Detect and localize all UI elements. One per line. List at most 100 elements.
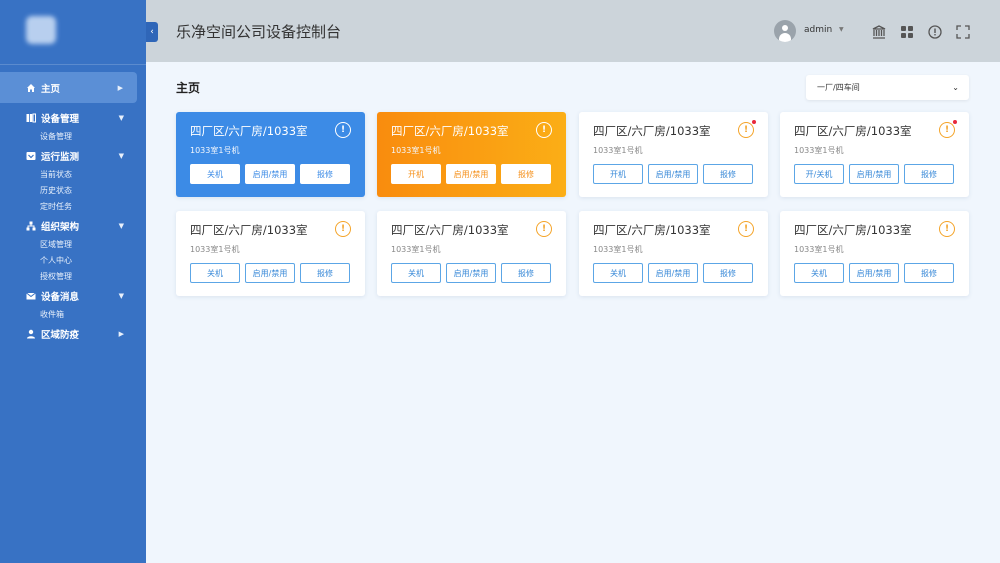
power-button[interactable]: 开/关机 bbox=[794, 164, 844, 184]
main-content: 主页 一厂/四车间 ⌄ 四厂区/六厂房/1033室 1033室1号机! 关机 启用/禁… bbox=[146, 62, 1000, 563]
device-name: 1033室1号机 bbox=[190, 245, 240, 254]
sidebar-subitem-scheduled-tasks[interactable]: 定时任务 bbox=[0, 199, 146, 215]
chevron-down-icon: ▼ bbox=[118, 292, 124, 300]
sidebar-item-device-messages[interactable]: 设备消息 ▼ bbox=[0, 285, 146, 307]
device-card[interactable]: 四厂区/六厂房/1033室 1033室1号机! 关机 启用/禁用 报修 bbox=[377, 211, 566, 296]
mail-icon bbox=[26, 291, 36, 301]
sidebar-item-label: 区域防疫 bbox=[41, 330, 80, 341]
library-icon[interactable] bbox=[872, 24, 886, 39]
chevron-down-icon: ⌄ bbox=[952, 83, 959, 92]
power-button[interactable]: 开机 bbox=[391, 164, 441, 184]
monitor-icon bbox=[26, 151, 36, 161]
power-button[interactable]: 开机 bbox=[593, 164, 643, 184]
warning-icon[interactable]: ! bbox=[335, 122, 351, 138]
enable-disable-button[interactable]: 启用/禁用 bbox=[849, 164, 899, 184]
repair-button[interactable]: 报修 bbox=[703, 263, 753, 283]
device-icon bbox=[26, 113, 36, 123]
grid-icon[interactable] bbox=[900, 24, 914, 38]
device-card[interactable]: 四厂区/六厂房/1033室 1033室1号机! 开/关机 启用/禁用 报修 bbox=[780, 112, 969, 197]
sidebar-item-label: 主页 bbox=[41, 83, 61, 95]
sidebar-item-device-management[interactable]: 设备管理 ▼ bbox=[0, 107, 146, 129]
warning-icon[interactable]: ! bbox=[939, 221, 955, 237]
alert-circle-icon[interactable] bbox=[928, 24, 942, 39]
sidebar-nav: 主页 ▶ 设备管理 ▼ 设备管理 运行监测 ▼ 当前状态 历史状态 定时任务 组… bbox=[0, 72, 146, 345]
enable-disable-button[interactable]: 启用/禁用 bbox=[648, 164, 698, 184]
device-name: 1033室1号机 bbox=[794, 245, 844, 254]
repair-button[interactable]: 报修 bbox=[300, 164, 350, 184]
power-button[interactable]: 关机 bbox=[190, 164, 240, 184]
card-actions: 关机 启用/禁用 报修 bbox=[190, 263, 355, 283]
workshop-select[interactable]: 一厂/四车间 ⌄ bbox=[806, 75, 969, 100]
device-location: 四厂区/六厂房/1033室 bbox=[190, 124, 308, 138]
repair-button[interactable]: 报修 bbox=[300, 263, 350, 283]
device-name: 1033室1号机 bbox=[593, 245, 643, 254]
avatar[interactable] bbox=[774, 20, 796, 42]
device-location: 四厂区/六厂房/1033室 bbox=[593, 124, 711, 138]
sidebar-subitem-personal-center[interactable]: 个人中心 bbox=[0, 253, 146, 269]
alert-dot bbox=[752, 120, 756, 124]
repair-button[interactable]: 报修 bbox=[904, 263, 954, 283]
power-button[interactable]: 关机 bbox=[794, 263, 844, 283]
card-actions: 关机 启用/禁用 报修 bbox=[593, 263, 758, 283]
sidebar-divider bbox=[0, 64, 146, 65]
sidebar-subitem-device-management[interactable]: 设备管理 bbox=[0, 129, 146, 145]
repair-button[interactable]: 报修 bbox=[501, 263, 551, 283]
sidebar-subitem-authorization[interactable]: 授权管理 bbox=[0, 269, 146, 285]
power-button[interactable]: 关机 bbox=[391, 263, 441, 283]
device-name: 1033室1号机 bbox=[190, 146, 240, 155]
enable-disable-button[interactable]: 启用/禁用 bbox=[446, 263, 496, 283]
warning-icon[interactable]: ! bbox=[335, 221, 351, 237]
sidebar-item-home[interactable]: 主页 ▶ bbox=[0, 72, 137, 103]
sidebar-subitem-current-status[interactable]: 当前状态 bbox=[0, 167, 146, 183]
enable-disable-button[interactable]: 启用/禁用 bbox=[245, 164, 295, 184]
enable-disable-button[interactable]: 启用/禁用 bbox=[245, 263, 295, 283]
sidebar-collapse-button[interactable]: ‹ bbox=[146, 22, 158, 42]
org-icon bbox=[26, 221, 36, 231]
chevron-left-icon: ‹ bbox=[150, 27, 154, 37]
alert-dot bbox=[953, 120, 957, 124]
device-card[interactable]: 四厂区/六厂房/1033室 1033室1号机! 开机 启用/禁用 报修 bbox=[377, 112, 566, 197]
enable-disable-button[interactable]: 启用/禁用 bbox=[648, 263, 698, 283]
device-card[interactable]: 四厂区/六厂房/1033室 1033室1号机! 关机 启用/禁用 报修 bbox=[780, 211, 969, 296]
device-card[interactable]: 四厂区/六厂房/1033室 1033室1号机! 开机 启用/禁用 报修 bbox=[579, 112, 768, 197]
card-actions: 关机 启用/禁用 报修 bbox=[391, 263, 556, 283]
sidebar-subitem-inbox[interactable]: 收件箱 bbox=[0, 307, 146, 323]
device-card[interactable]: 四厂区/六厂房/1033室 1033室1号机! 关机 启用/禁用 报修 bbox=[176, 211, 365, 296]
repair-button[interactable]: 报修 bbox=[703, 164, 753, 184]
logo bbox=[26, 12, 122, 48]
sidebar-item-organization[interactable]: 组织架构 ▼ bbox=[0, 215, 146, 237]
warning-icon[interactable]: ! bbox=[939, 122, 955, 138]
repair-button[interactable]: 报修 bbox=[501, 164, 551, 184]
page-title: 主页 bbox=[176, 81, 201, 95]
enable-disable-button[interactable]: 启用/禁用 bbox=[446, 164, 496, 184]
device-name: 1033室1号机 bbox=[391, 245, 441, 254]
username[interactable]: admin bbox=[804, 25, 832, 35]
device-name: 1033室1号机 bbox=[794, 146, 844, 155]
power-button[interactable]: 关机 bbox=[190, 263, 240, 283]
sidebar-subitem-area-management[interactable]: 区域管理 bbox=[0, 237, 146, 253]
sidebar-item-monitoring[interactable]: 运行监测 ▼ bbox=[0, 145, 146, 167]
device-name: 1033室1号机 bbox=[593, 146, 643, 155]
device-card[interactable]: 四厂区/六厂房/1033室 1033室1号机! 关机 启用/禁用 报修 bbox=[176, 112, 365, 197]
power-button[interactable]: 关机 bbox=[593, 263, 643, 283]
workshop-select-value: 一厂/四车间 bbox=[817, 83, 860, 92]
device-location: 四厂区/六厂房/1033室 bbox=[794, 223, 912, 237]
caret-down-icon[interactable]: ▼ bbox=[839, 26, 844, 33]
device-location: 四厂区/六厂房/1033室 bbox=[391, 124, 509, 138]
card-actions: 关机 启用/禁用 报修 bbox=[190, 164, 355, 184]
sidebar-subitem-history-status[interactable]: 历史状态 bbox=[0, 183, 146, 199]
warning-icon[interactable]: ! bbox=[738, 221, 754, 237]
warning-icon[interactable]: ! bbox=[536, 122, 552, 138]
chevron-down-icon: ▼ bbox=[118, 152, 124, 160]
sidebar-item-label: 设备管理 bbox=[41, 114, 80, 125]
warning-icon[interactable]: ! bbox=[738, 122, 754, 138]
sidebar-item-label: 设备消息 bbox=[41, 292, 80, 303]
fullscreen-icon[interactable] bbox=[956, 24, 970, 39]
app-title: 乐净空间公司设备控制台 bbox=[176, 23, 342, 41]
repair-button[interactable]: 报修 bbox=[904, 164, 954, 184]
warning-icon[interactable]: ! bbox=[536, 221, 552, 237]
enable-disable-button[interactable]: 启用/禁用 bbox=[849, 263, 899, 283]
sidebar-item-epidemic-prevention[interactable]: 区域防疫 ▶ bbox=[0, 323, 146, 345]
device-location: 四厂区/六厂房/1033室 bbox=[190, 223, 308, 237]
device-card[interactable]: 四厂区/六厂房/1033室 1033室1号机! 关机 启用/禁用 报修 bbox=[579, 211, 768, 296]
